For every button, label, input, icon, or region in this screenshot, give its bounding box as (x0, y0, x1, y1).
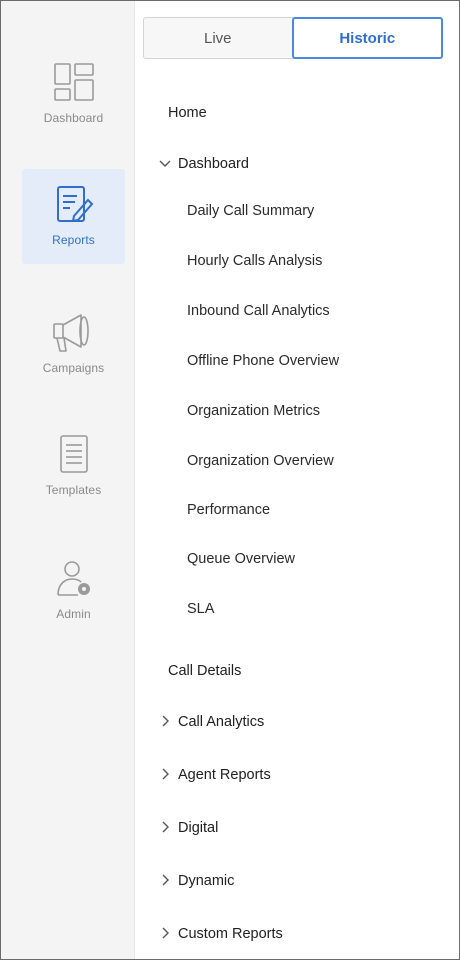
reports-icon (56, 186, 93, 223)
nav-item-label: Hourly Calls Analysis (187, 253, 323, 269)
chevron-right-icon (158, 821, 172, 835)
nav-group-digital[interactable]: Digital (158, 816, 218, 840)
nav-item-organization-overview[interactable]: Organization Overview (187, 449, 334, 473)
rail-label-reports: Reports (52, 233, 95, 247)
rail-item-templates[interactable]: Templates (22, 419, 125, 514)
nav-item-sla[interactable]: SLA (187, 597, 214, 621)
dashboard-icon (53, 63, 94, 101)
rail-label-templates: Templates (45, 483, 102, 497)
nav-group-dynamic[interactable]: Dynamic (158, 869, 234, 893)
nav-item-performance[interactable]: Performance (187, 498, 270, 522)
chevron-right-icon (158, 874, 172, 888)
nav-group-dashboard[interactable]: Dashboard (158, 152, 249, 176)
rail-item-reports[interactable]: Reports (22, 169, 125, 264)
nav-group-label: Call Analytics (178, 714, 265, 730)
nav-group-call-analytics[interactable]: Call Analytics (158, 710, 264, 734)
live-historic-tabs: Live Historic (143, 17, 443, 59)
megaphone-icon (52, 314, 89, 352)
nav-item-organization-metrics[interactable]: Organization Metrics (187, 399, 320, 423)
left-rail: Dashboard Reports Campaigns Templates Ad… (1, 1, 135, 959)
rail-label-admin: Admin (56, 607, 91, 621)
chevron-right-icon (158, 768, 172, 782)
rail-label-campaigns: Campaigns (42, 361, 105, 375)
nav-item-label: SLA (187, 601, 215, 617)
app-frame: Dashboard Reports Campaigns Templates Ad… (0, 0, 460, 960)
chevron-right-icon (158, 927, 172, 941)
nav-item-inbound-call-analytics[interactable]: Inbound Call Analytics (187, 299, 330, 323)
nav-group-agent-reports[interactable]: Agent Reports (158, 763, 271, 787)
nav-item-label: Offline Phone Overview (187, 353, 340, 369)
nav-item-label: Organization Overview (187, 453, 334, 469)
nav-item-call-details[interactable]: Call Details (168, 659, 241, 683)
nav-item-daily-call-summary[interactable]: Daily Call Summary (187, 199, 314, 223)
nav-group-dashboard-label: Dashboard (178, 156, 249, 172)
nav-group-label: Dynamic (178, 873, 235, 889)
nav-item-offline-phone-overview[interactable]: Offline Phone Overview (187, 349, 339, 373)
nav-item-home[interactable]: Home (168, 101, 207, 125)
chevron-down-icon (158, 157, 172, 171)
rail-item-admin[interactable]: Admin (22, 543, 125, 638)
nav-group-label: Digital (178, 820, 219, 836)
tab-live[interactable]: Live (144, 18, 292, 58)
nav-item-label: Daily Call Summary (187, 203, 315, 219)
nav-item-call-details-label: Call Details (168, 663, 242, 679)
nav-item-hourly-calls-analysis[interactable]: Hourly Calls Analysis (187, 249, 322, 273)
nav-group-label: Custom Reports (178, 926, 283, 942)
rail-item-campaigns[interactable]: Campaigns (22, 295, 125, 390)
nav-item-label: Performance (187, 502, 271, 518)
tab-historic[interactable]: Historic (291, 17, 443, 59)
nav-group-custom-reports[interactable]: Custom Reports (158, 922, 283, 946)
templates-icon (59, 435, 88, 473)
admin-icon (56, 561, 90, 596)
nav-item-label: Organization Metrics (187, 403, 320, 419)
nav-group-label: Agent Reports (178, 767, 271, 783)
nav-item-home-label: Home (168, 105, 207, 121)
nav-item-label: Inbound Call Analytics (187, 303, 330, 319)
rail-label-dashboard: Dashboard (43, 111, 104, 125)
rail-item-dashboard[interactable]: Dashboard (22, 47, 125, 142)
nav-item-label: Queue Overview (187, 551, 295, 567)
chevron-right-icon (158, 715, 172, 729)
nav-item-queue-overview[interactable]: Queue Overview (187, 547, 295, 571)
